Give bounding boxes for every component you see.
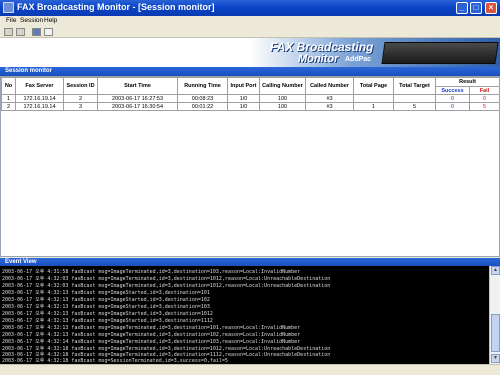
title-bar: FAX Broadcasting Monitor - [Session moni… <box>0 0 500 16</box>
col-result: Result <box>435 77 500 87</box>
scroll-down-button[interactable]: ▼ <box>491 354 500 363</box>
cell-called-number: #3 <box>305 94 354 103</box>
cell-total-target <box>393 94 436 103</box>
product-banner: FAX Broadcasting Monitor AddPac <box>0 38 500 67</box>
cell-total-target: 5 <box>393 102 436 111</box>
status-bar <box>0 364 500 375</box>
event-view-header: Event View <box>0 258 500 266</box>
cell-start-time: 2003-06-17 16:30:54 <box>97 102 178 111</box>
log-line: 2003-06-17 오후 4:32:13 faxBcast msg=Image… <box>2 318 213 324</box>
cell-no: 2 <box>1 102 16 111</box>
cell-fax-server: 172.16.19.14 <box>15 94 64 103</box>
log-line: 2003-06-17 오후 4:32:03 faxBcast msg=Image… <box>2 276 331 282</box>
col-success[interactable]: Success <box>435 86 470 95</box>
col-called-number[interactable]: Called Number <box>305 77 354 95</box>
window-title: FAX Broadcasting Monitor - [Session moni… <box>17 2 215 12</box>
col-calling-number[interactable]: Calling Number <box>259 77 306 95</box>
cell-session-id: 3 <box>63 102 98 111</box>
menu-help[interactable]: Help <box>44 17 57 24</box>
log-line: 2003-06-17 오후 4:32:13 faxBcast msg=Image… <box>2 290 210 296</box>
table-row[interactable]: 2 172.16.19.14 3 2003-06-17 16:30:54 00:… <box>1 102 500 111</box>
col-running-time[interactable]: Running Time <box>177 77 228 95</box>
cell-total-page <box>353 94 394 103</box>
log-line: 2003-06-17 오후 4:32:13 faxBcast msg=Image… <box>2 325 301 331</box>
open-icon[interactable] <box>4 28 13 36</box>
session-table: No Fax Server Session ID Start Time Runn… <box>1 77 500 111</box>
log-line: 2003-06-17 오후 4:32:13 faxBcast msg=Image… <box>2 304 210 310</box>
log-line: 2003-06-17 오후 4:32:14 faxBcast msg=Image… <box>2 339 301 345</box>
col-total-target[interactable]: Total Target <box>393 77 436 95</box>
cell-called-number: #3 <box>305 102 354 111</box>
cell-total-page: 1 <box>353 102 394 111</box>
cell-running-time: 00:01:22 <box>177 102 228 111</box>
monitor-icon[interactable] <box>32 28 41 36</box>
col-session-id[interactable]: Session ID <box>63 77 98 95</box>
scroll-thumb[interactable] <box>491 314 500 352</box>
log-line: 2003-06-17 오후 4:31:58 faxBcast msg=Image… <box>2 269 301 275</box>
save-icon[interactable] <box>16 28 25 36</box>
cell-start-time: 2003-06-17 16:27:53 <box>97 94 178 103</box>
cell-fail: 0 <box>469 94 500 103</box>
cell-running-time: 00:08:23 <box>177 94 228 103</box>
col-fail[interactable]: Fail <box>469 86 500 95</box>
menu-file[interactable]: File <box>6 17 16 24</box>
cell-no: 1 <box>1 94 16 103</box>
banner-subtitle: Monitor <box>298 53 339 65</box>
col-start-time[interactable]: Start Time <box>97 77 178 95</box>
cell-fail: 5 <box>469 102 500 111</box>
cell-calling-number: 100 <box>259 94 306 103</box>
menu-session[interactable]: Session <box>20 17 43 24</box>
banner-title: FAX Broadcasting <box>270 40 374 54</box>
log-line: 2003-06-17 오후 4:32:13 faxBcast msg=Image… <box>2 332 301 338</box>
event-log-scrollbar[interactable]: ▲ ▼ <box>489 266 500 364</box>
toolbar <box>0 26 500 38</box>
table-row[interactable]: 1 172.16.19.14 2 2003-06-17 16:27:53 00:… <box>1 94 500 103</box>
maximize-button[interactable]: □ <box>470 2 482 14</box>
log-line: 2003-06-17 오후 4:32:13 faxBcast msg=Image… <box>2 297 210 303</box>
cell-session-id: 2 <box>63 94 98 103</box>
scroll-up-button[interactable]: ▲ <box>491 266 500 275</box>
session-monitor-pane: No Fax Server Session ID Start Time Runn… <box>0 76 500 257</box>
cell-fax-server: 172.16.19.14 <box>15 102 64 111</box>
event-log-console[interactable]: 2003-06-17 오후 4:31:58 faxBcast msg=Image… <box>0 266 489 364</box>
col-fax-server[interactable]: Fax Server <box>15 77 64 95</box>
log-line: 2003-06-17 오후 4:32:18 faxBcast msg=Sessi… <box>2 358 228 364</box>
document-icon[interactable] <box>44 28 53 36</box>
log-line: 2003-06-17 오후 4:32:13 faxBcast msg=Image… <box>2 311 213 317</box>
close-button[interactable]: × <box>485 2 497 14</box>
cell-success: 0 <box>435 102 470 111</box>
fax-app-icon <box>3 2 14 13</box>
log-line: 2003-06-17 오후 4:32:03 faxBcast msg=Image… <box>2 283 331 289</box>
fax-device-image <box>381 42 499 64</box>
cell-input-port: 1/0 <box>227 94 260 103</box>
menu-bar: File Session Help <box>0 16 500 26</box>
col-input-port[interactable]: Input Port <box>227 77 260 95</box>
col-no[interactable]: No <box>1 77 16 95</box>
cell-success: 0 <box>435 94 470 103</box>
session-monitor-header: Session monitor <box>0 67 500 76</box>
col-total-page[interactable]: Total Page <box>353 77 394 95</box>
cell-input-port: 1/0 <box>227 102 260 111</box>
cell-calling-number: 100 <box>259 102 306 111</box>
minimize-button[interactable]: _ <box>456 2 468 14</box>
banner-brand: AddPac <box>345 56 372 63</box>
